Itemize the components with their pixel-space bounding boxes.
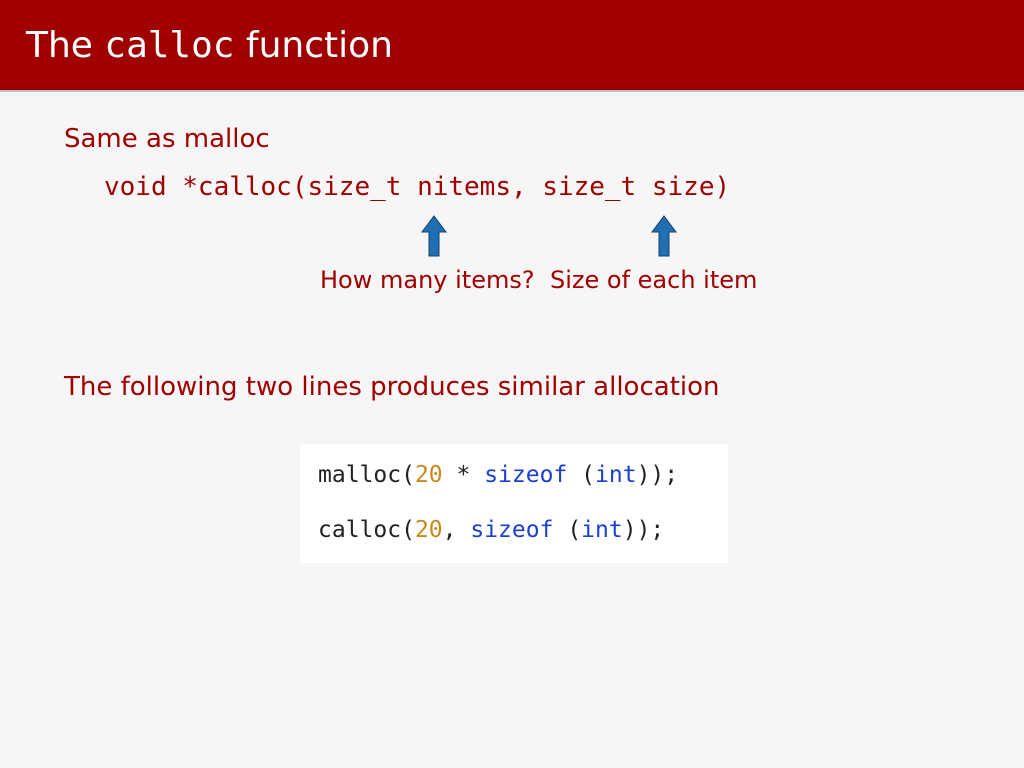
code-token: malloc (318, 462, 401, 488)
code-token: ( (581, 462, 595, 488)
code-line-2: calloc(20, sizeof (int)); (318, 513, 710, 548)
function-prototype: void *calloc(size_t nitems, size_t size) (104, 172, 964, 202)
code-token: int (595, 462, 637, 488)
code-token: sizeof (484, 462, 567, 488)
code-line-1: malloc(20 * sizeof (int)); (318, 458, 710, 493)
code-token (567, 462, 581, 488)
code-token: )); (623, 517, 665, 543)
title-prefix: The (26, 25, 104, 66)
slide-header: The calloc function (0, 0, 1024, 92)
code-token: ( (567, 517, 581, 543)
followup-text: The following two lines produces similar… (64, 372, 964, 402)
intro-text: Same as malloc (64, 124, 964, 154)
title-suffix: function (234, 25, 393, 66)
up-arrow-icon (650, 214, 678, 258)
arrow-row (64, 214, 964, 264)
code-token: )); (637, 462, 679, 488)
code-token: ( (401, 517, 415, 543)
slide-title: The calloc function (26, 25, 393, 66)
code-gap (318, 493, 710, 513)
arrow-labels-row: How many items? Size of each item (64, 266, 964, 302)
up-arrow-icon (420, 214, 448, 258)
arrow-label-left: How many items? (320, 266, 535, 294)
code-token: 20 (415, 517, 443, 543)
code-token: calloc (318, 517, 401, 543)
title-mono: calloc (104, 25, 234, 66)
arrow-label-right: Size of each item (550, 266, 757, 294)
code-token: , (443, 517, 471, 543)
code-example: malloc(20 * sizeof (int)); calloc(20, si… (300, 444, 728, 563)
code-token: * (443, 462, 485, 488)
slide-body: Same as malloc void *calloc(size_t nitem… (0, 92, 1024, 563)
code-token: int (581, 517, 623, 543)
code-token (553, 517, 567, 543)
code-token: ( (401, 462, 415, 488)
code-token: 20 (415, 462, 443, 488)
code-token: sizeof (470, 517, 553, 543)
